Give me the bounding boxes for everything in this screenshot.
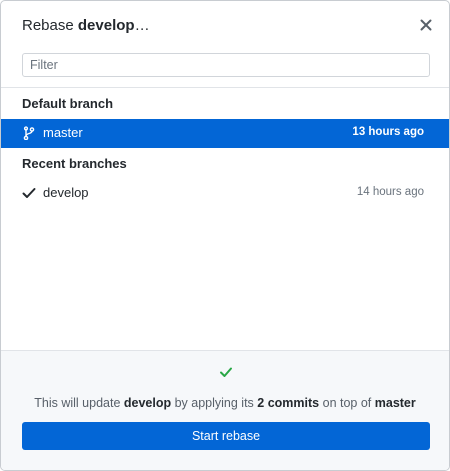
filter-input[interactable] — [22, 53, 430, 77]
start-rebase-button[interactable]: Start rebase — [22, 422, 430, 450]
branch-item-develop[interactable]: develop 14 hours ago — [1, 179, 449, 208]
branch-item-master[interactable]: master 13 hours ago — [1, 119, 449, 148]
rebase-summary: This will update develop by applying its… — [1, 396, 449, 410]
summary-base-branch: master — [374, 396, 416, 410]
check-icon — [219, 365, 233, 379]
summary-text: by applying its — [171, 396, 258, 410]
branch-name: develop — [43, 185, 89, 200]
dialog-header: Rebase develop… — [1, 1, 449, 53]
branch-time: 14 hours ago — [356, 186, 424, 198]
check-icon — [22, 186, 36, 200]
summary-text: This will update — [34, 396, 124, 410]
summary-commit-count: 2 commits — [257, 396, 320, 410]
branch-name: master — [43, 125, 83, 140]
group-header-recent: Recent branches — [22, 156, 127, 171]
title-prefix: Rebase — [22, 17, 78, 34]
branch-time: 13 hours ago — [352, 126, 424, 138]
summary-text: on top of — [319, 396, 375, 410]
summary-current-branch: develop — [123, 396, 172, 410]
divider — [1, 87, 449, 88]
dialog-title: Rebase develop… — [22, 17, 150, 34]
title-suffix: … — [134, 17, 150, 34]
title-branch: develop — [77, 17, 135, 34]
rebase-dialog: Rebase develop… Default branch master 13… — [0, 0, 450, 471]
dialog-footer: This will update develop by applying its… — [1, 350, 449, 470]
group-header-default: Default branch — [22, 96, 114, 111]
close-icon[interactable] — [416, 15, 436, 35]
git-branch-icon — [22, 126, 36, 141]
